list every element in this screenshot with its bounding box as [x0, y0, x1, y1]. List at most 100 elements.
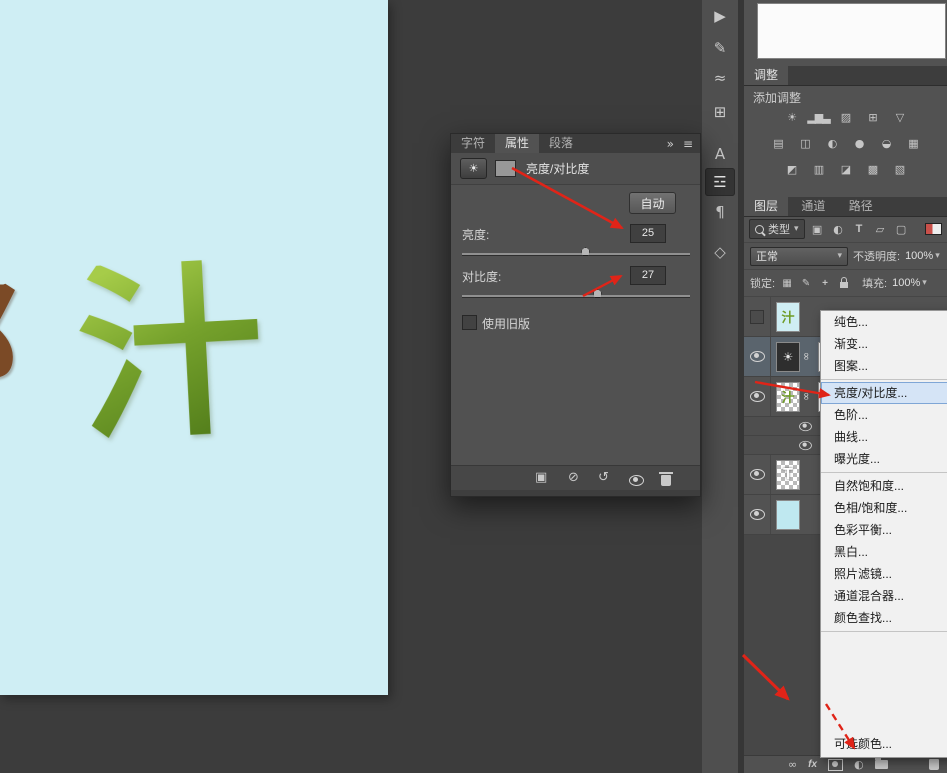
tab-layers[interactable]: 图层 — [744, 197, 788, 216]
lock-all-icon[interactable] — [837, 276, 851, 290]
histogram-panel-icon[interactable]: ⊞ — [705, 98, 735, 126]
threshold-icon[interactable]: ◪ — [836, 161, 856, 177]
menu-item-curves[interactable]: 曲线... — [821, 426, 947, 448]
contrast-slider-track[interactable] — [462, 295, 690, 297]
panel-resize-strip[interactable] — [451, 490, 700, 496]
actions-panel-icon[interactable]: ▶ — [705, 2, 735, 30]
clone-source-panel-icon[interactable]: ≈ — [705, 64, 735, 92]
photo-filter-icon[interactable]: ● — [849, 135, 869, 151]
character-panel-icon[interactable]: A — [705, 140, 735, 168]
new-group-icon[interactable] — [875, 760, 888, 769]
auto-button[interactable]: 自动 — [629, 192, 676, 214]
delete-layer-icon[interactable] — [927, 759, 939, 770]
black-white-icon[interactable]: ◐ — [822, 135, 842, 151]
menu-item-vibrance[interactable]: 自然饱和度... — [821, 475, 947, 497]
mask-link-icon[interactable]: ∞ — [800, 352, 813, 361]
text-layer-thumbnail[interactable]: T — [776, 460, 800, 490]
lock-transparency-icon[interactable]: ▦ — [780, 276, 794, 290]
new-adjustment-layer-icon[interactable]: ◐ — [854, 758, 864, 771]
document-canvas[interactable]: 阝 汁 — [0, 0, 388, 695]
delete-adjustment-icon[interactable] — [659, 474, 671, 489]
add-mask-icon[interactable] — [828, 759, 843, 771]
clip-to-layer-icon[interactable]: ▣ — [535, 470, 547, 485]
brightness-slider-track[interactable] — [462, 253, 690, 255]
menu-item-pattern[interactable]: 图案... — [821, 355, 947, 377]
layer-thumbnail[interactable]: 汁 — [776, 302, 800, 332]
layer-filter-type-select[interactable]: 类型 ▾ — [749, 219, 805, 239]
levels-icon[interactable]: ▂▆▃ — [809, 109, 829, 125]
collapse-panel-icon[interactable]: » — [667, 137, 674, 151]
channel-mixer-icon[interactable]: ◒ — [876, 135, 896, 151]
eye-icon[interactable] — [799, 421, 812, 430]
tab-channels[interactable]: 通道 — [791, 197, 835, 216]
filter-smart-objects-icon[interactable]: ▢ — [893, 221, 910, 237]
vibrance-icon[interactable]: ▽ — [890, 109, 910, 125]
filtering-toggle[interactable] — [925, 223, 942, 235]
tab-character[interactable]: 字符 — [451, 134, 495, 153]
hue-saturation-icon[interactable]: ▤ — [768, 135, 788, 151]
eye-icon[interactable] — [799, 440, 812, 449]
menu-item-gradient[interactable]: 渐变... — [821, 333, 947, 355]
tab-properties[interactable]: 属性 — [495, 134, 539, 153]
use-legacy-checkbox[interactable] — [462, 315, 477, 330]
3d-panel-icon[interactable]: ◇ — [705, 238, 735, 266]
paragraph-panel-icon[interactable]: ¶ — [705, 198, 735, 226]
filter-pixel-layers-icon[interactable]: ▣ — [809, 221, 826, 237]
fill-input[interactable]: 100% ▾ — [892, 277, 927, 289]
blend-mode-select[interactable]: 正常 ▾ — [750, 247, 848, 266]
mask-link-icon[interactable]: ∞ — [800, 392, 813, 401]
menu-item-photo-filter[interactable]: 照片滤镜... — [821, 563, 947, 585]
filter-shape-layers-icon[interactable]: ▱ — [872, 221, 889, 237]
toggle-previous-state-icon[interactable]: ⊘ — [568, 470, 579, 485]
filter-adjustment-layers-icon[interactable]: ◐ — [830, 221, 847, 237]
brightness-contrast-icon[interactable]: ☀ — [782, 109, 802, 125]
color-lookup-icon[interactable]: ▦ — [903, 135, 923, 151]
menu-item-solid-color[interactable]: 纯色... — [821, 311, 947, 333]
menu-item-hue-saturation[interactable]: 色相/饱和度... — [821, 497, 947, 519]
menu-item-channel-mixer[interactable]: 通道混合器... — [821, 585, 947, 607]
tab-paths[interactable]: 路径 — [839, 197, 883, 216]
background-layer-thumbnail[interactable] — [776, 500, 800, 530]
menu-item-brightness-contrast[interactable]: 亮度/对比度... — [821, 382, 947, 404]
reset-icon[interactable]: ↺ — [598, 470, 609, 485]
menu-item-black-white[interactable]: 黑白... — [821, 541, 947, 563]
panel-menu-icon[interactable]: ≡ — [683, 137, 693, 151]
opacity-input[interactable]: 100% ▾ — [905, 250, 940, 262]
tab-adjustments[interactable]: 调整 — [744, 66, 788, 85]
layer-thumbnail[interactable]: 汁 — [776, 382, 800, 412]
tab-paragraph[interactable]: 段落 — [539, 134, 583, 153]
brightness-input[interactable]: 25 — [630, 224, 666, 243]
menu-item-color-balance[interactable]: 色彩平衡... — [821, 519, 947, 541]
menu-item-selective-color[interactable]: 可选颜色... — [821, 733, 947, 755]
menu-item-color-lookup[interactable]: 颜色查找... — [821, 607, 947, 629]
curves-icon[interactable]: ▨ — [836, 109, 856, 125]
lock-position-icon[interactable]: + — [818, 276, 832, 290]
visibility-cell[interactable] — [744, 495, 771, 534]
brightness-contrast-badge-icon: ☀ — [460, 158, 487, 179]
properties-panel-icon[interactable]: ☲ — [705, 168, 735, 196]
filter-type-layers-icon[interactable]: T — [851, 221, 868, 237]
exposure-icon[interactable]: ⊞ — [863, 109, 883, 125]
selective-color-icon[interactable]: ▧ — [890, 161, 910, 177]
posterize-icon[interactable]: ▥ — [809, 161, 829, 177]
gradient-map-icon[interactable]: ▩ — [863, 161, 883, 177]
color-balance-icon[interactable]: ◫ — [795, 135, 815, 151]
menu-item-exposure[interactable]: 曝光度... — [821, 448, 947, 470]
menu-item-levels[interactable]: 色阶... — [821, 404, 947, 426]
brightness-slider-thumb[interactable] — [581, 247, 590, 256]
visibility-cell[interactable] — [744, 337, 771, 376]
invert-icon[interactable]: ◩ — [782, 161, 802, 177]
contrast-slider-thumb[interactable] — [593, 289, 602, 298]
layer-style-icon[interactable]: fx — [808, 759, 817, 770]
visibility-cell[interactable] — [744, 377, 771, 416]
link-layers-icon[interactable]: ∞ — [788, 758, 797, 771]
visibility-icon[interactable] — [629, 474, 644, 489]
visibility-cell[interactable] — [744, 455, 771, 494]
adjustment-layer-thumbnail[interactable]: ☀ — [776, 342, 800, 372]
menu-separator — [821, 631, 947, 632]
mask-badge-icon[interactable] — [495, 160, 516, 177]
tool-presets-panel-icon[interactable]: ✎ — [705, 34, 735, 62]
contrast-input[interactable]: 27 — [630, 266, 666, 285]
visibility-cell[interactable] — [744, 297, 771, 336]
lock-pixels-icon[interactable]: ✎ — [799, 276, 813, 290]
